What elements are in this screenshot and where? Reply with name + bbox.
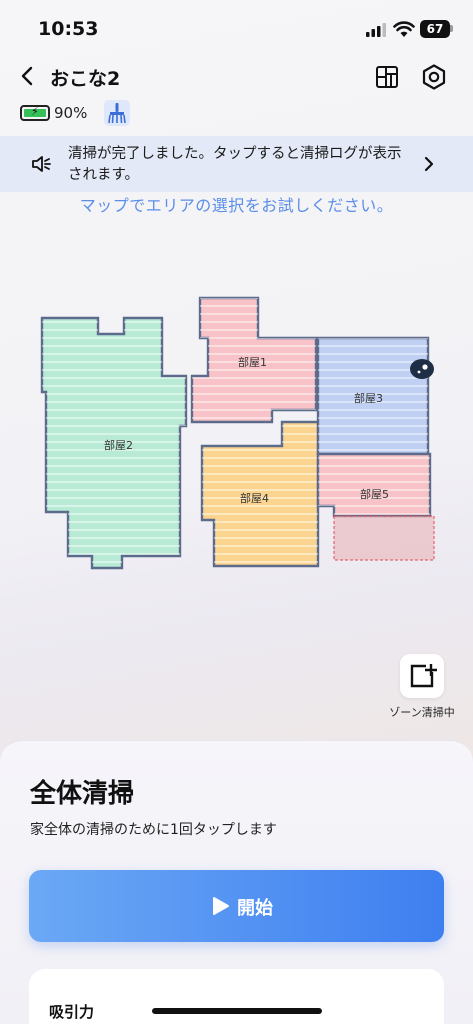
robot-icon [410, 359, 434, 379]
zone-add-icon [410, 664, 437, 688]
wifi-icon [393, 21, 415, 37]
signal-icon [366, 23, 386, 37]
charging-bolt-icon: ⚡ [31, 105, 39, 118]
brush-icon[interactable] [104, 100, 130, 126]
device-battery-icon: ⚡ [20, 105, 50, 121]
battery-cap [450, 25, 453, 32]
clean-mode-sheet: 全体清掃 家全体の清掃のために1回タップします 開始 吸引力 [0, 740, 473, 1024]
suction-label: 吸引力 [49, 1003, 95, 1021]
device-battery-level: 90% [54, 104, 88, 122]
map-hint: マップでエリアの選択をお試しください。 [79, 196, 394, 215]
floor-map-canvas [40, 296, 435, 570]
home-indicator [152, 1008, 322, 1014]
suction-setting-card[interactable]: 吸引力 [29, 969, 444, 1024]
room-1-label[interactable]: 部屋1 [238, 354, 267, 370]
clean-mode-title: 全体清掃 [30, 779, 135, 809]
chevron-right-icon [424, 156, 434, 172]
battery-icon: 67 [420, 20, 450, 38]
notice-text: 清掃が完了しました。タップすると清掃ログが表示されます。 [68, 146, 402, 183]
floor-map[interactable]: 部屋1 部屋2 部屋3 部屋4 部屋5 [36, 294, 438, 574]
play-icon [213, 897, 229, 915]
speaker-icon [32, 156, 51, 172]
clean-mode-description: 家全体の清掃のために1回タップします [30, 822, 277, 838]
zone-clean-label: ゾーン清掃中 [389, 706, 455, 719]
cleaning-zone [333, 515, 435, 561]
settings-icon[interactable] [420, 63, 448, 91]
back-icon[interactable] [16, 64, 40, 88]
room-4-label[interactable]: 部屋4 [240, 490, 269, 506]
room-2-label[interactable]: 部屋2 [104, 437, 133, 453]
page-title: おこな2 [50, 68, 121, 90]
device-info: ⚡ 90% [20, 100, 320, 128]
status-bar: 10:53 67 [0, 0, 473, 56]
start-button[interactable]: 開始 [29, 870, 444, 942]
zone-clean-button[interactable] [400, 654, 444, 698]
room-3-label[interactable]: 部屋3 [354, 390, 383, 406]
status-time: 10:53 [38, 18, 99, 40]
map-edit-icon[interactable] [374, 64, 400, 90]
start-label: 開始 [237, 898, 273, 919]
nav-bar: おこな2 [0, 56, 473, 100]
cleaning-complete-banner[interactable]: 清掃が完了しました。タップすると清掃ログが表示されます。 [0, 136, 473, 192]
room-5-label[interactable]: 部屋5 [360, 486, 389, 502]
